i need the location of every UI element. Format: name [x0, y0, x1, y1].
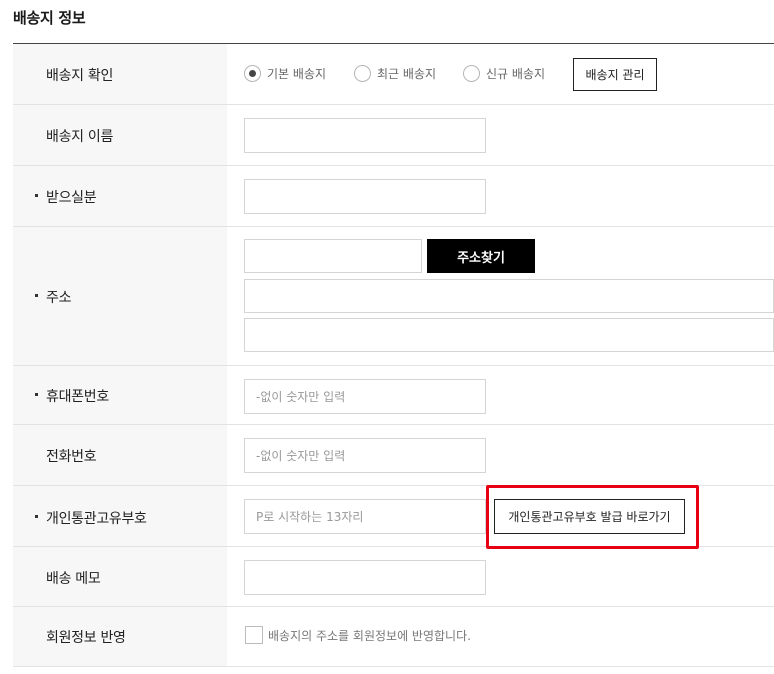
- radio-circle[interactable]: [463, 65, 480, 82]
- required-marker: [35, 515, 38, 518]
- radio-recent-address[interactable]: 최근 배송지: [354, 65, 436, 82]
- label-address-confirm: 배송지 확인: [46, 68, 114, 84]
- reflect-member-info-checkbox[interactable]: [245, 626, 263, 644]
- label-cell: 휴대폰번호: [13, 366, 227, 424]
- row-mobile: 휴대폰번호 -없이 숫자만 입력: [13, 366, 774, 425]
- label-reflect-member-info: 회원정보 반영: [46, 630, 126, 646]
- row-address-confirm: 배송지 확인 기본 배송지 최근 배송지 신규 배송지 배송지 관리: [13, 44, 774, 105]
- row-reflect-member-info: 회원정보 반영 배송지의 주소를 회원정보에 반영합니다.: [13, 607, 774, 667]
- label-cell: 배송 메모: [13, 547, 227, 606]
- required-marker: [35, 194, 38, 197]
- required-marker: [35, 294, 38, 297]
- customs-code-issue-button[interactable]: 개인통관고유부호 발급 바로가기: [494, 499, 685, 534]
- row-phone: 전화번호 -없이 숫자만 입력: [13, 425, 774, 486]
- label-cell: 배송지 확인: [13, 44, 227, 104]
- row-delivery-memo: 배송 메모: [13, 547, 774, 607]
- label-cell: 전화번호: [13, 425, 227, 485]
- label-cell: 배송지 이름: [13, 105, 227, 165]
- row-address: 주소 주소찾기: [13, 227, 774, 366]
- radio-circle-checked[interactable]: [244, 65, 261, 82]
- label-address: 주소: [46, 290, 72, 306]
- section-title: 배송지 정보: [13, 9, 86, 27]
- customs-code-input[interactable]: P로 시작하는 13자리: [244, 499, 486, 534]
- required-marker: [35, 393, 38, 396]
- zipcode-input[interactable]: [244, 239, 422, 273]
- label-customs-code: 개인통관고유부호: [46, 511, 147, 527]
- mobile-input[interactable]: -없이 숫자만 입력: [244, 379, 486, 414]
- address-line2-input[interactable]: [244, 318, 774, 352]
- label-cell: 회원정보 반영: [13, 607, 227, 666]
- label-address-name: 배송지 이름: [46, 129, 114, 145]
- radio-label: 최근 배송지: [377, 67, 437, 81]
- delivery-memo-input[interactable]: [244, 560, 486, 595]
- reflect-member-info-label[interactable]: 배송지의 주소를 회원정보에 반영합니다.: [268, 627, 471, 644]
- row-address-name: 배송지 이름: [13, 105, 774, 166]
- search-address-button[interactable]: 주소찾기: [427, 239, 535, 273]
- label-cell: 받으실분: [13, 166, 227, 226]
- radio-new-address[interactable]: 신규 배송지: [463, 65, 545, 82]
- manage-address-button[interactable]: 배송지 관리: [573, 58, 657, 91]
- label-delivery-memo: 배송 메모: [46, 571, 101, 587]
- label-mobile: 휴대폰번호: [46, 389, 109, 405]
- label-cell: 주소: [13, 227, 227, 365]
- address-line1-input[interactable]: [244, 279, 774, 313]
- radio-label: 신규 배송지: [486, 67, 546, 81]
- label-phone: 전화번호: [46, 449, 97, 465]
- radio-label: 기본 배송지: [267, 67, 327, 81]
- label-recipient: 받으실분: [46, 190, 97, 206]
- label-cell: 개인통관고유부호: [13, 486, 227, 546]
- recipient-input[interactable]: [244, 179, 486, 214]
- row-customs-code: 개인통관고유부호 P로 시작하는 13자리 개인통관고유부호 발급 바로가기: [13, 486, 774, 547]
- radio-circle[interactable]: [354, 65, 371, 82]
- row-recipient: 받으실분: [13, 166, 774, 227]
- radio-default-address[interactable]: 기본 배송지: [244, 65, 326, 82]
- phone-input[interactable]: -없이 숫자만 입력: [244, 438, 486, 473]
- address-name-input[interactable]: [244, 118, 486, 153]
